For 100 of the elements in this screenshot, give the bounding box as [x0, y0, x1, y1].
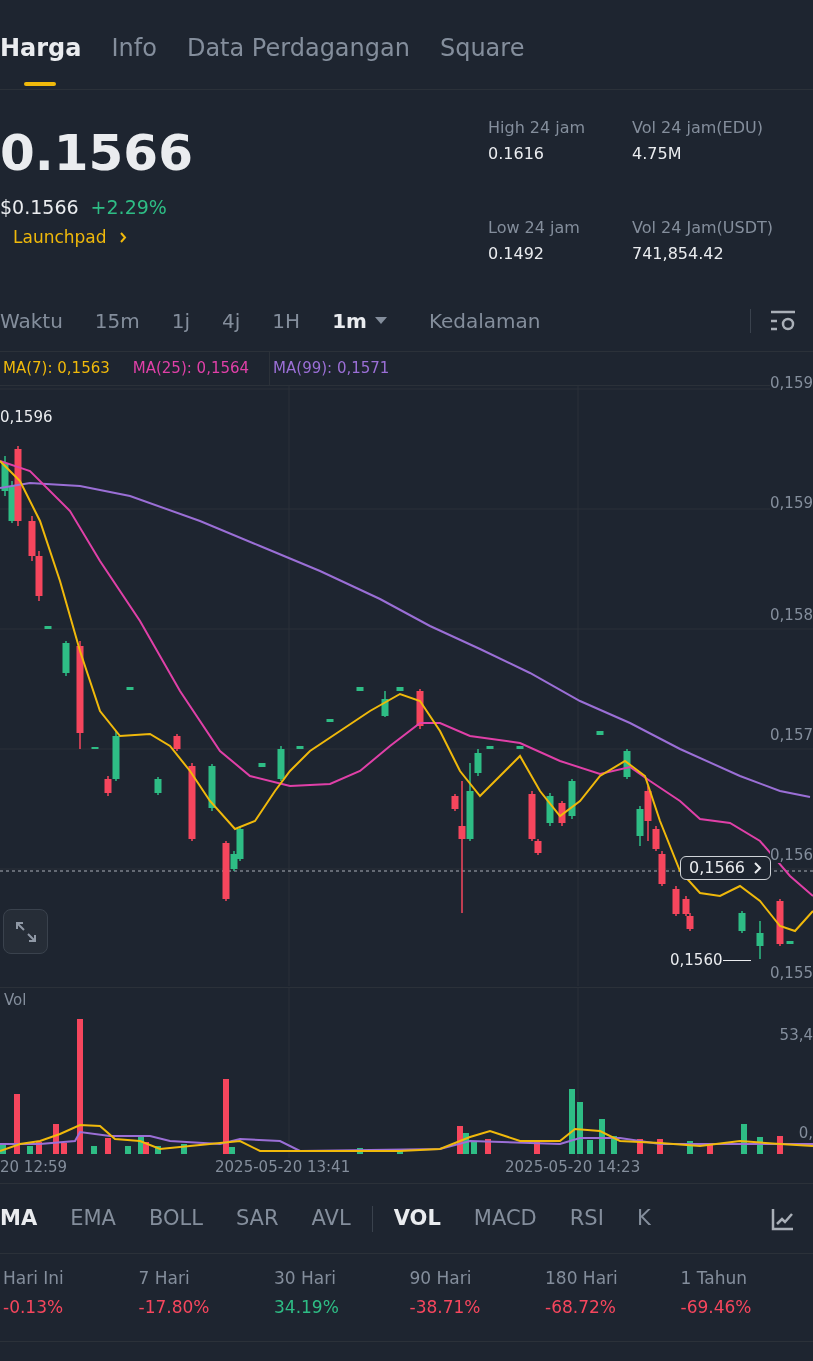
price-change: +2.29% [90, 198, 167, 217]
settings-icon [769, 308, 797, 333]
chart-edit-icon [771, 1206, 795, 1231]
axis-label: 0,158 [770, 608, 813, 623]
fullscreen-button[interactable] [3, 909, 48, 954]
candle [738, 910, 746, 934]
stat-value: 0.1616 [488, 146, 545, 162]
volume-bar [707, 1144, 713, 1154]
indicator-tab[interactable]: EMA [70, 1208, 116, 1229]
period-change: -68.72% [545, 1299, 617, 1316]
axis-label: 0,156 [770, 848, 813, 863]
volume-bar [587, 1140, 593, 1154]
stat-value: 0.1492 [488, 246, 545, 262]
candle [277, 745, 285, 782]
stat-label: Low 24 jam [488, 220, 581, 236]
time-axis-label: 2025-05-20 14:23 [505, 1160, 641, 1175]
candle [623, 748, 631, 780]
volume-title: Vol [4, 993, 27, 1008]
indicator-tab[interactable]: RSI [569, 1208, 604, 1229]
stat-label: Vol 24 jam(EDU) [632, 120, 764, 136]
tab-indicator [24, 82, 56, 86]
volume-bar [637, 1139, 643, 1154]
volume-bar [27, 1146, 33, 1154]
candle [546, 792, 554, 827]
tab[interactable]: Square [439, 36, 525, 60]
moving-average-legend: MA(7): 0,1563 [0, 361, 130, 376]
axis-label: 0,157 [770, 728, 813, 743]
usd-price: $0.1566 [0, 198, 79, 217]
volume-bar [36, 1142, 42, 1154]
indicator-tab[interactable]: VOL [393, 1208, 441, 1229]
candle [756, 920, 764, 960]
period-change: 34.19% [274, 1299, 340, 1316]
volume-bar [0, 1144, 6, 1154]
period-label: 30 Hari [274, 1270, 337, 1287]
candle [62, 640, 70, 677]
volume-bar [61, 1143, 67, 1154]
interval-tab[interactable]: 1m [332, 310, 387, 331]
candle [486, 745, 494, 750]
stat-value: 4.75M [632, 146, 683, 162]
candle [516, 745, 524, 750]
chart-settings-button[interactable] [769, 308, 797, 333]
volume-bar [53, 1124, 59, 1154]
interval-tab[interactable]: 15m [94, 310, 140, 331]
moving-average-legend: MA(99): 0,1571 [269, 352, 390, 385]
indicator-tab[interactable]: MA [0, 1208, 38, 1229]
volume-bar [569, 1089, 575, 1154]
last-price-tag[interactable]: 0,1566 [680, 856, 771, 880]
candle [126, 686, 134, 691]
period-label: 1 Tahun [680, 1270, 749, 1287]
candle [776, 898, 784, 947]
interval-tab[interactable]: 4j [222, 310, 241, 331]
tab[interactable]: Data Perdagangan [186, 36, 410, 60]
chevron-right-icon [753, 862, 762, 874]
interval-tab[interactable]: 1H [272, 310, 301, 331]
stat-value: 741,854.42 [632, 246, 725, 262]
candle [416, 688, 424, 730]
tab[interactable]: Info [111, 36, 157, 60]
candle [326, 718, 334, 723]
volume-bar [125, 1146, 131, 1154]
axis-label: 0,159 [770, 496, 813, 511]
candle [91, 746, 99, 750]
volume-bar [741, 1124, 747, 1154]
caret-down-icon [374, 316, 387, 325]
indicator-tab[interactable]: AVL [311, 1208, 351, 1229]
period-label: 7 Hari [138, 1270, 191, 1287]
candle [596, 730, 604, 736]
volume-bar [91, 1146, 97, 1154]
interval-tab[interactable]: Waktu [0, 310, 63, 331]
indicator-tab[interactable]: SAR [235, 1208, 279, 1229]
volume-bar [471, 1141, 477, 1154]
period-label: 180 Hari [545, 1270, 619, 1287]
indicator-tab[interactable]: BOLL [148, 1208, 203, 1229]
indicator-settings-button[interactable] [771, 1206, 795, 1231]
period-change: -38.71% [409, 1299, 482, 1316]
interval-tab[interactable]: 1j [171, 310, 191, 331]
stat-label: Vol 24 Jam(USDT) [632, 220, 775, 236]
period-change: -0.13% [3, 1299, 65, 1316]
tab[interactable]: Harga [0, 36, 82, 60]
indicator-tab[interactable]: K [636, 1208, 651, 1229]
volume-bar [105, 1138, 111, 1154]
candle [208, 763, 216, 812]
axis-label: 0,159 [770, 376, 813, 391]
period-label: Hari Ini [3, 1270, 65, 1287]
volume-bar [577, 1102, 583, 1154]
volume-bar [611, 1136, 617, 1154]
candle [154, 776, 162, 796]
candle [381, 690, 389, 718]
high-price-label: 0,1596 [0, 410, 53, 425]
volume-bar [14, 1094, 20, 1154]
candle [356, 686, 364, 692]
interval-tab[interactable]: Kedalaman [428, 310, 541, 331]
period-change: -69.46% [680, 1299, 753, 1316]
time-axis-label: 2025-05-20 13:41 [215, 1160, 351, 1175]
launchpad-link[interactable]: Launchpad [13, 229, 488, 246]
indicator-tab[interactable]: MACD [473, 1208, 537, 1229]
candle [296, 745, 304, 750]
chevron-right-icon [118, 232, 127, 243]
volume-bar [687, 1141, 693, 1154]
volume-bar [181, 1144, 187, 1154]
expand-icon [13, 919, 38, 944]
